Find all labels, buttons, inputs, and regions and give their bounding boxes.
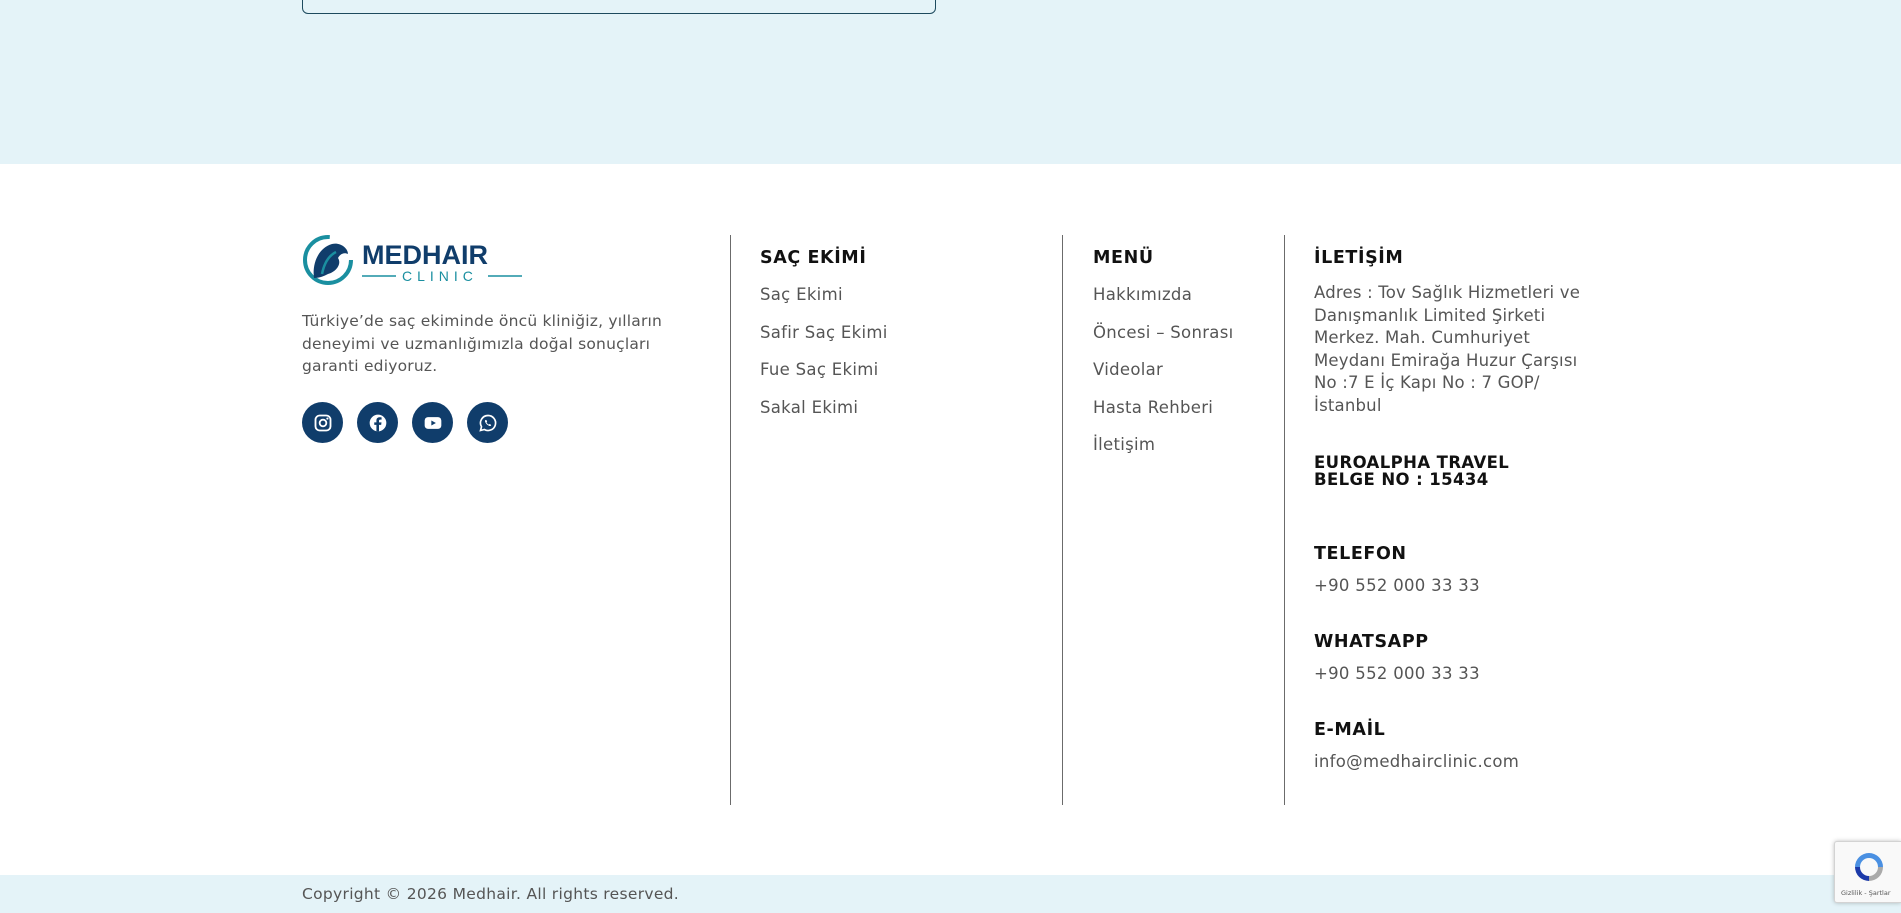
footer-link[interactable]: Safir Saç Ekimi (760, 320, 888, 358)
horse-head-icon (303, 235, 353, 285)
medhair-logo[interactable]: MEDHAIR CLINIC (302, 234, 522, 286)
recaptcha-icon (1855, 853, 1883, 881)
whatsapp-icon (478, 414, 496, 432)
footer-link[interactable]: Saç Ekimi (760, 282, 888, 320)
column-divider (730, 235, 731, 805)
brand-tagline: Türkiye’de saç ekiminde öncü kliniğiz, y… (302, 312, 663, 375)
license-number: EUROALPHA TRAVEL BELGE NO : 15434 (1314, 453, 1510, 489)
copyright-text: Copyright © 2026 Medhair. All rights res… (302, 885, 680, 903)
logo-text-top: MEDHAIR (362, 240, 488, 270)
contact-column: İLETİŞİM Adres : Tov Sağlık Hizmetleri v… (1314, 246, 1604, 806)
email-label: E-MAİL (1314, 720, 1386, 740)
recaptcha-badge[interactable]: Gizlilik - Şartlar (1834, 841, 1901, 903)
recaptcha-links[interactable]: Gizlilik - Şartlar (1841, 889, 1891, 897)
column-title: İLETİŞİM (1314, 248, 1404, 268)
facebook-icon (369, 414, 386, 431)
email-link[interactable]: info@medhairclinic.com (1314, 752, 1519, 771)
footer-link[interactable]: İletişim (1093, 432, 1234, 470)
whatsapp-label: WHATSAPP (1314, 632, 1429, 652)
whatsapp-block: WHATSAPP +90 552 000 33 33 (1314, 630, 1480, 683)
logo-text-bottom: CLINIC (402, 268, 478, 284)
column-links: Saç Ekimi Safir Saç Ekimi Fue Saç Ekimi … (760, 282, 888, 432)
phone-link[interactable]: +90 552 000 33 33 (1314, 576, 1480, 595)
footer-link[interactable]: Hakkımızda (1093, 282, 1234, 320)
footer (0, 164, 1901, 876)
menu-column: MENÜ Hakkımızda Öncesi – Sonrası Videola… (1093, 246, 1234, 470)
footer-link[interactable]: Öncesi – Sonrası (1093, 320, 1234, 358)
footer-link[interactable]: Sakal Ekimi (760, 395, 888, 433)
social-links (302, 402, 508, 443)
footer-link[interactable]: Videolar (1093, 357, 1234, 395)
column-title: MENÜ (1093, 248, 1154, 268)
phone-block: TELEFON +90 552 000 33 33 (1314, 542, 1480, 595)
footer-link[interactable]: Fue Saç Ekimi (760, 357, 888, 395)
whatsapp-link[interactable]: +90 552 000 33 33 (1314, 664, 1480, 683)
copyright-bar: Copyright © 2026 Medhair. All rights res… (0, 875, 1901, 913)
column-links: Hakkımızda Öncesi – Sonrası Videolar Has… (1093, 282, 1234, 470)
whatsapp-button[interactable] (467, 402, 508, 443)
instagram-icon (314, 414, 331, 431)
phone-label: TELEFON (1314, 544, 1407, 564)
youtube-icon (424, 416, 441, 429)
facebook-button[interactable] (357, 402, 398, 443)
instagram-button[interactable] (302, 402, 343, 443)
column-title: SAÇ EKİMİ (760, 248, 867, 268)
column-divider (1062, 235, 1063, 805)
hair-transplant-column: SAÇ EKİMİ Saç Ekimi Safir Saç Ekimi Fue … (760, 246, 888, 432)
footer-link[interactable]: Hasta Rehberi (1093, 395, 1234, 433)
address-text: Adres : Tov Sağlık Hizmetleri ve Danışma… (1314, 283, 1581, 415)
email-block: E-MAİL info@medhairclinic.com (1314, 718, 1519, 771)
youtube-button[interactable] (412, 402, 453, 443)
column-divider (1284, 235, 1285, 805)
form-field-edge[interactable] (302, 0, 936, 14)
top-section (0, 0, 1901, 164)
